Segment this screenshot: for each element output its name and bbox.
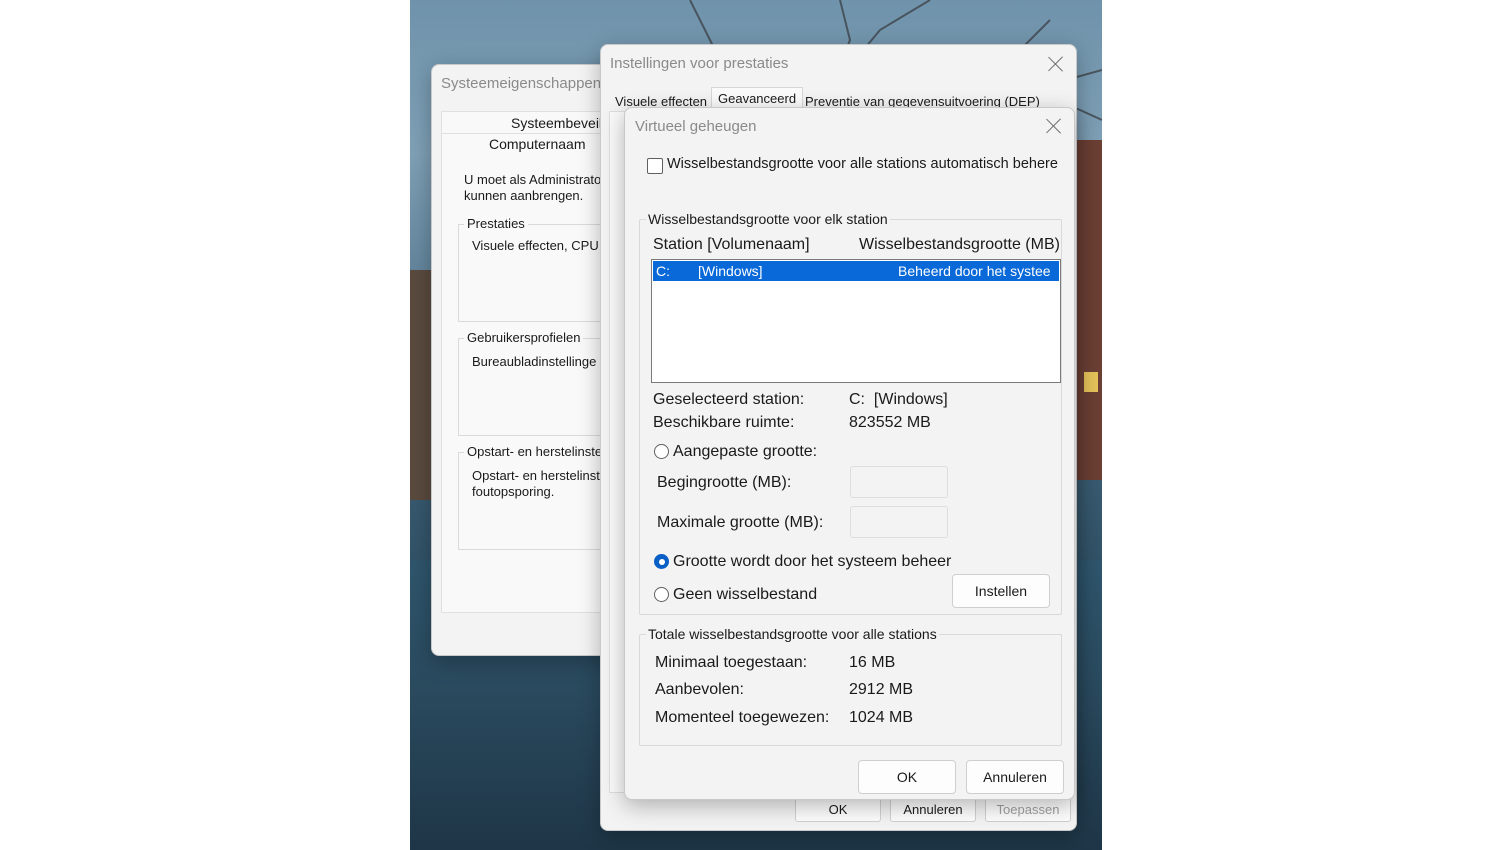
group-startup-recovery-title: Opstart- en herstelinste <box>464 444 606 459</box>
custom-size-radio[interactable] <box>654 444 669 459</box>
window-title: Instellingen voor prestaties <box>610 55 789 72</box>
custom-size-label[interactable]: Aangepaste grootte: <box>673 443 817 461</box>
cancel-button[interactable]: Annuleren <box>966 760 1064 794</box>
perf-cancel-button[interactable]: Annuleren <box>890 798 976 822</box>
close-icon[interactable] <box>1046 118 1062 134</box>
selected-station-value: C: [Windows] <box>849 391 948 408</box>
currently-allocated-value: 1024 MB <box>849 709 914 726</box>
no-paging-file-label[interactable]: Geen wisselbestand <box>673 586 817 604</box>
group-performance-text: Visuele effecten, CPU <box>472 238 599 253</box>
column-header-station: Station [Volumenaam] <box>653 236 810 253</box>
group-user-profiles-title: Gebruikersprofielen <box>464 330 584 345</box>
tab-system-protection[interactable]: Systeembeveil <box>511 115 602 131</box>
ok-button[interactable]: OK <box>858 760 956 794</box>
no-paging-file-radio[interactable] <box>654 587 669 602</box>
max-size-label: Maximale grootte (MB): <box>657 514 824 531</box>
admin-notice-line1: U moet als Administrato <box>464 172 602 187</box>
set-button[interactable]: Instellen <box>952 574 1050 608</box>
recommended-value: 2912 MB <box>849 681 914 698</box>
auto-manage-checkbox[interactable] <box>647 158 663 174</box>
perf-apply-button[interactable]: Toepassen <box>985 798 1071 822</box>
max-size-field[interactable] <box>850 506 948 538</box>
tab-computer-name[interactable]: Computernaam <box>489 136 586 152</box>
group-user-profiles-text: Bureaubladinstellinge <box>472 354 597 369</box>
available-space-value: 823552 MB <box>849 414 931 431</box>
group-startup-recovery-text2: foutopsporing. <box>472 484 555 499</box>
admin-notice-line2: kunnen aanbrengen. <box>464 188 584 203</box>
minimum-allowed-label: Minimaal toegestaan: <box>655 654 808 671</box>
window-title: Virtueel geheugen <box>635 118 757 135</box>
perf-ok-button[interactable]: OK <box>795 798 881 822</box>
station-list-item[interactable]: C: [Windows] Beheerd door het systee <box>653 261 1059 281</box>
initial-size-field[interactable] <box>850 466 948 498</box>
selected-station-label: Geselecteerd station: <box>653 391 805 408</box>
available-space-label: Beschikbare ruimte: <box>653 414 795 431</box>
close-icon[interactable] <box>1048 56 1064 72</box>
minimum-allowed-value: 16 MB <box>849 654 896 671</box>
group-startup-recovery-text1: Opstart- en herstelinst <box>472 468 600 483</box>
totals-group-title: Totale wisselbestandsgrootte voor alle s… <box>646 626 939 642</box>
recommended-label: Aanbevolen: <box>655 681 744 698</box>
system-managed-radio[interactable] <box>654 554 669 569</box>
currently-allocated-label: Momenteel toegewezen: <box>655 709 830 726</box>
group-performance-title: Prestaties <box>464 216 528 231</box>
system-managed-label[interactable]: Grootte wordt door het systeem beheer <box>673 553 951 571</box>
initial-size-label: Begingrootte (MB): <box>657 474 792 491</box>
window-title: Systeemeigenschappen <box>441 75 602 92</box>
per-station-group-title: Wisselbestandsgrootte voor elk station <box>646 211 890 227</box>
station-list[interactable]: C: [Windows] Beheerd door het systee <box>651 259 1061 383</box>
lit-window-graphic <box>1084 372 1098 392</box>
column-header-size: Wisselbestandsgrootte (MB) <box>859 236 1060 253</box>
station-volume: [Windows] <box>698 263 763 279</box>
auto-manage-label[interactable]: Wisselbestandsgrootte voor alle stations… <box>667 156 1058 172</box>
station-drive: C: <box>656 263 670 279</box>
station-size: Beheerd door het systee <box>898 263 1051 279</box>
